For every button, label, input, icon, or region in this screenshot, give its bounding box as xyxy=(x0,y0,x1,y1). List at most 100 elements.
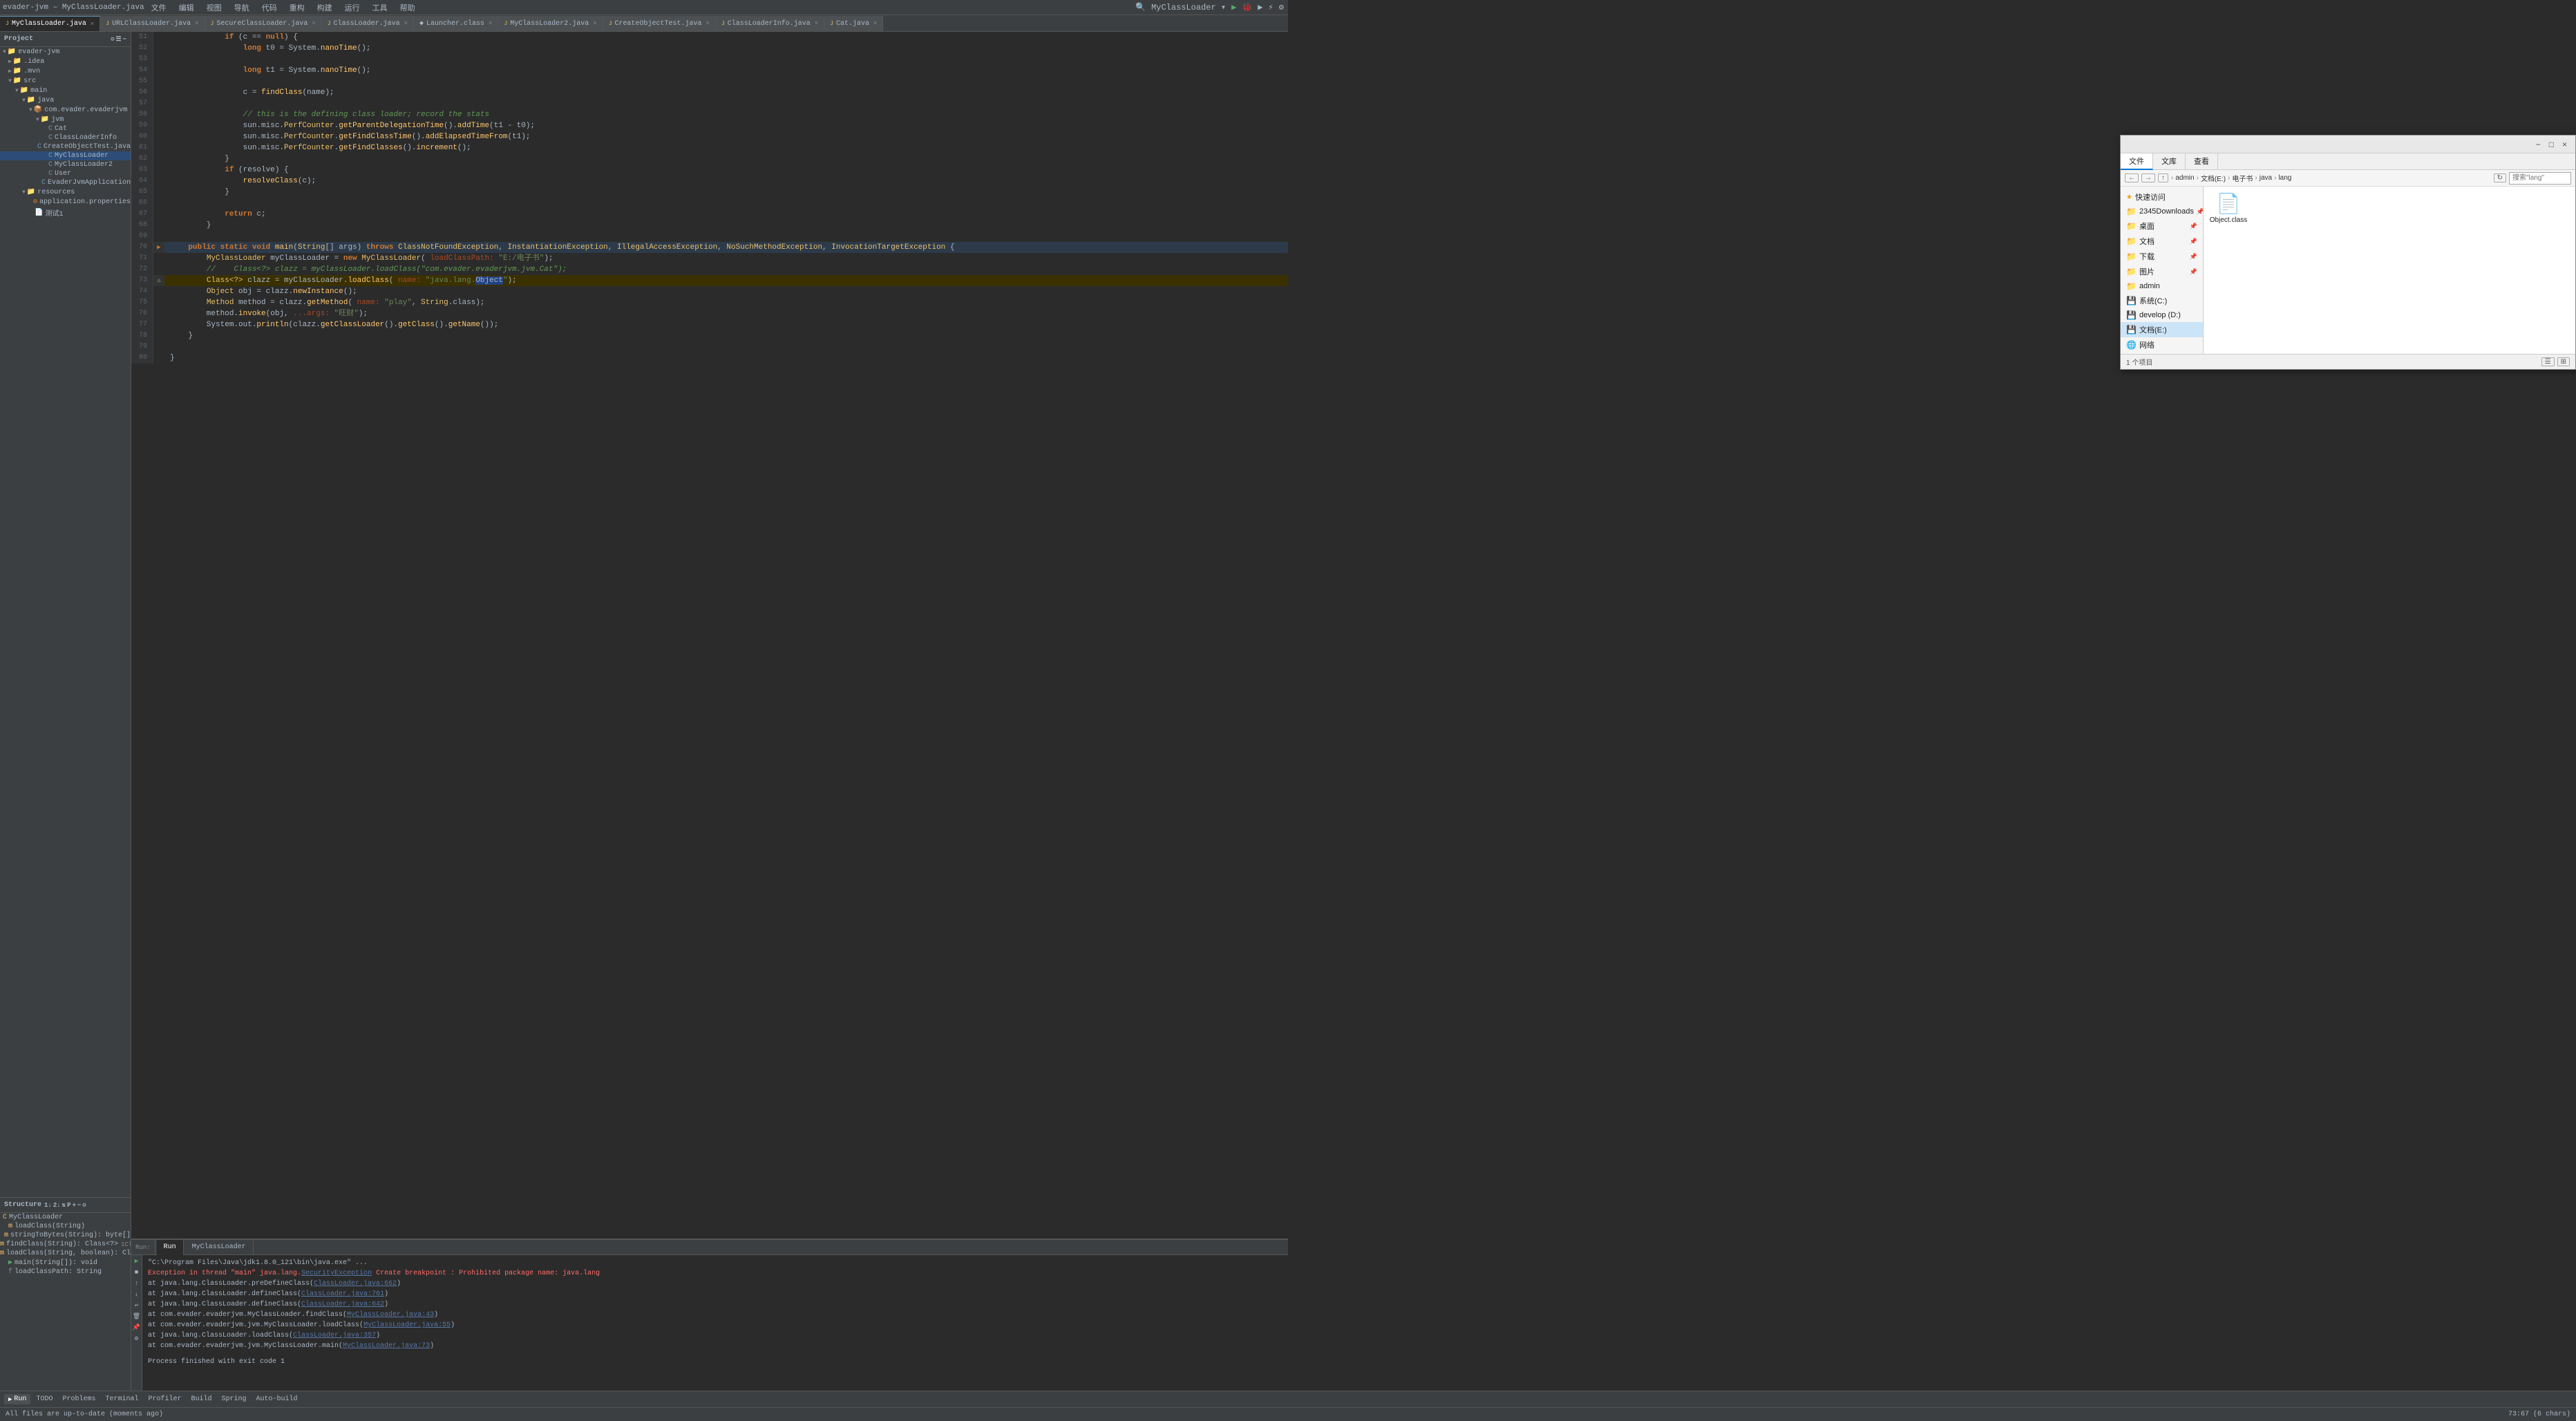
dialog-nav-documents[interactable]: 📁 文档 📌 xyxy=(2121,234,2203,249)
tree-java[interactable]: ▼ 📁 java xyxy=(0,95,131,105)
breadcrumb-lang[interactable]: lang xyxy=(2278,174,2291,182)
rerun-button[interactable]: ▶ xyxy=(132,1257,142,1266)
close-tab3-icon[interactable]: × xyxy=(312,20,315,27)
file-object-class[interactable]: 📄 Object.class xyxy=(2206,189,2251,234)
menu-build[interactable]: 构建 xyxy=(314,2,335,13)
dialog-forward-button[interactable]: → xyxy=(2141,173,2155,182)
dialog-nav-desktop[interactable]: 📁 桌面 📌 xyxy=(2121,218,2203,234)
structure-main[interactable]: ▶ main(String[]): void xyxy=(0,1258,131,1268)
search-everywhere-icon[interactable]: 🔍 xyxy=(1134,2,1147,12)
settings-icon[interactable]: ⚙ xyxy=(1278,2,1285,12)
toolbar-autobuild-btn[interactable]: Auto-build xyxy=(252,1394,302,1404)
structure-loadclass2[interactable]: m loadClass(String, boolean): Class<?> xyxy=(0,1249,131,1258)
classloader-link-5[interactable]: MyClassLoader.java:55 xyxy=(363,1321,451,1329)
menu-tools[interactable]: 工具 xyxy=(370,2,390,13)
structure-pub-icon[interactable]: P xyxy=(67,1202,70,1209)
menu-code[interactable]: 代码 xyxy=(259,2,280,13)
settings-button[interactable]: ⚙ xyxy=(132,1334,142,1344)
dialog-maximize-button[interactable]: □ xyxy=(2546,140,2557,149)
toolbar-problems-btn[interactable]: Problems xyxy=(58,1394,100,1404)
tree-cat[interactable]: C Cat xyxy=(0,124,131,133)
coverage-button[interactable]: ▶ xyxy=(1256,2,1264,12)
dialog-nav-cdrive[interactable]: 💾 系统(C:) xyxy=(2121,293,2203,308)
menu-help[interactable]: 帮助 xyxy=(397,2,418,13)
tab-myclassloader2[interactable]: J MyClassLoader2.java × xyxy=(498,16,603,31)
profile-button[interactable]: ⚡ xyxy=(1267,2,1275,12)
tree-src[interactable]: ▼ 📁 src xyxy=(0,76,131,86)
tree-myclassloader2[interactable]: C MyClassLoader2 xyxy=(0,160,131,169)
menu-edit[interactable]: 编辑 xyxy=(176,2,197,13)
structure-settings-icon[interactable]: ⚙ xyxy=(82,1202,86,1209)
sidebar-collapse-icon[interactable]: − xyxy=(123,36,126,43)
dialog-nav-admin[interactable]: 📁 admin xyxy=(2121,279,2203,293)
sidebar-layout-icon[interactable]: ☰ xyxy=(116,36,122,43)
dialog-tab-view[interactable]: 查看 xyxy=(2186,153,2218,170)
tab-createobjecttest[interactable]: J CreateObjectTest.java × xyxy=(603,16,716,31)
tab-cat[interactable]: J Cat.java × xyxy=(824,16,883,31)
dialog-nav-ddrive[interactable]: 💾 develop (D:) xyxy=(2121,308,2203,322)
toolbar-build-btn[interactable]: Build xyxy=(187,1394,216,1404)
toolbar-terminal-btn[interactable]: Terminal xyxy=(101,1394,142,1404)
tab-launcher[interactable]: ◆ Launcher.class × xyxy=(414,16,498,31)
dialog-nav-network[interactable]: 🌐 网络 xyxy=(2121,337,2203,352)
dialog-nav-download2[interactable]: 📁 下载 📌 xyxy=(2121,249,2203,264)
wrap-button[interactable]: ↩ xyxy=(132,1301,142,1310)
tree-createobjecttest[interactable]: C CreateObjectTest.java xyxy=(0,142,131,151)
structure-icon2[interactable]: 2↓ xyxy=(53,1202,61,1209)
breadcrumb-ebooks[interactable]: 电子书 xyxy=(2232,173,2253,183)
tab-classloader[interactable]: J ClassLoader.java × xyxy=(322,16,414,31)
classloader-link-3[interactable]: ClassLoader.java:642 xyxy=(301,1301,384,1308)
scroll-up-button[interactable]: ↑ xyxy=(132,1279,142,1288)
security-exception-link[interactable]: SecurityException xyxy=(301,1270,372,1277)
tree-idea[interactable]: ▶ 📁 .idea xyxy=(0,57,131,66)
close-tab5-icon[interactable]: × xyxy=(489,20,492,27)
breadcrumb-docs[interactable]: 文档(E:) xyxy=(2201,173,2226,183)
structure-loadclasspath[interactable]: f loadClassPath: String xyxy=(0,1268,131,1277)
toolbar-spring-btn[interactable]: Spring xyxy=(218,1394,251,1404)
classloader-link-1[interactable]: ClassLoader.java:662 xyxy=(314,1280,397,1288)
menu-navigate[interactable]: 导航 xyxy=(231,2,252,13)
sidebar-settings-icon[interactable]: ⚙ xyxy=(111,36,114,43)
menu-view[interactable]: 视图 xyxy=(204,2,225,13)
menu-run[interactable]: 运行 xyxy=(342,2,363,13)
tab-classloaderinfo[interactable]: J ClassLoaderInfo.java × xyxy=(716,16,824,31)
code-editor[interactable]: 51 if (c == null) { 52 long t0 = System.… xyxy=(131,32,1288,1239)
breadcrumb-java[interactable]: java xyxy=(2260,174,2272,182)
menu-file[interactable]: 文件 xyxy=(149,2,169,13)
tree-user[interactable]: C User xyxy=(0,169,131,178)
console-output[interactable]: "C:\Program Files\Java\jdk1.8.0_121\bin\… xyxy=(142,1255,1288,1391)
close-tab9-icon[interactable]: × xyxy=(873,20,877,27)
dialog-nav-pictures[interactable]: 📁 图片 📌 xyxy=(2121,264,2203,279)
tree-jvm-folder[interactable]: ▼ 📁 jvm xyxy=(0,115,131,124)
tab-run[interactable]: Run xyxy=(157,1240,184,1255)
dialog-tab-library[interactable]: 文库 xyxy=(2153,153,2186,170)
debug-button[interactable]: 🐞 xyxy=(1240,2,1253,12)
tree-evaderjvmapp[interactable]: C EvaderJvmApplication xyxy=(0,178,131,187)
dialog-nav-edrive[interactable]: 💾 文档(E:) xyxy=(2121,322,2203,337)
stop-button[interactable]: ■ xyxy=(132,1268,142,1277)
classloader-link-2[interactable]: ClassLoader.java:761 xyxy=(301,1290,384,1298)
close-tab8-icon[interactable]: × xyxy=(815,20,818,27)
tree-evaderjvm-root[interactable]: ▼ 📁 evader-jvm xyxy=(0,47,131,57)
dialog-back-button[interactable]: ← xyxy=(2125,173,2139,182)
dialog-up-button[interactable]: ↑ xyxy=(2158,173,2168,182)
classloader-link-7[interactable]: MyClassLoader.java:73 xyxy=(343,1342,430,1350)
toolbar-profiler-btn[interactable]: Profiler xyxy=(144,1394,185,1404)
tree-test1[interactable]: 📄 测试1 xyxy=(0,207,131,219)
dialog-close-button[interactable]: − xyxy=(2533,140,2544,149)
tree-appprops[interactable]: ⚙ application.properties xyxy=(0,197,131,207)
dialog-detail-view-btn[interactable]: ⊞ xyxy=(2557,357,2570,366)
dialog-x-button[interactable]: × xyxy=(2559,140,2570,149)
tree-mvn[interactable]: ▶ 📁 .mvn xyxy=(0,66,131,76)
close-tab7-icon[interactable]: × xyxy=(706,20,710,27)
structure-expand-icon[interactable]: + xyxy=(72,1202,75,1209)
tab-myclassloader[interactable]: J MyClassLoader.java × xyxy=(0,16,100,31)
close-tab-icon[interactable]: × xyxy=(91,21,94,28)
breadcrumb-admin[interactable]: admin xyxy=(2175,174,2194,182)
structure-collapse-icon[interactable]: − xyxy=(77,1202,81,1209)
structure-findclass[interactable]: m findClass(String): Class<?> 1ClassLoad… xyxy=(0,1240,131,1249)
close-tab2-icon[interactable]: × xyxy=(195,20,198,27)
structure-icon1[interactable]: 1↓ xyxy=(44,1202,52,1209)
structure-sort-icon[interactable]: ⇅ xyxy=(62,1202,66,1209)
run-button[interactable]: ▶ xyxy=(1230,2,1238,12)
